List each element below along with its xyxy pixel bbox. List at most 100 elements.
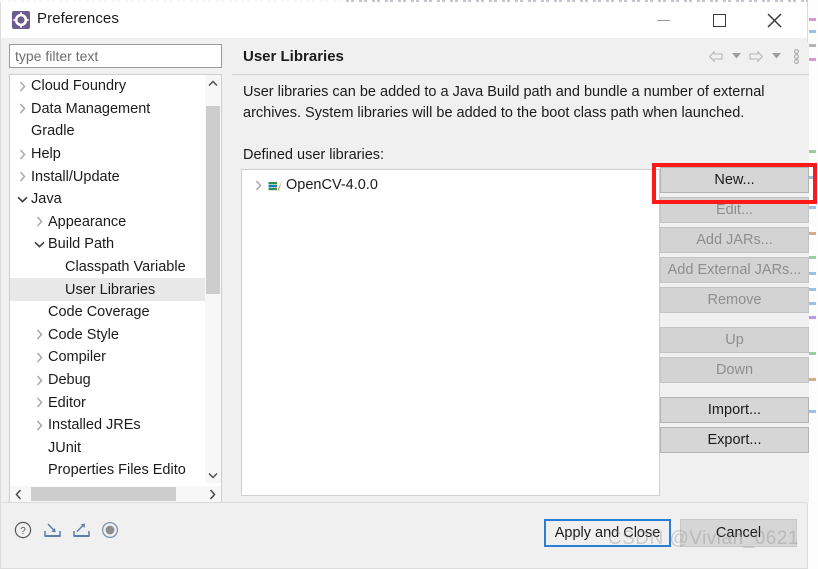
defined-libraries-label: Defined user libraries: — [243, 147, 385, 163]
tree-items-container: Cloud Foundry Data Management Gradle Help In… — [10, 75, 206, 483]
new-button[interactable]: New... — [660, 167, 809, 193]
library-book-icon — [266, 179, 284, 192]
sidebar-item-label: Cloud Foundry — [31, 78, 127, 95]
chevron-right-icon[interactable] — [32, 216, 47, 227]
sidebar-item-help[interactable]: Help — [10, 143, 206, 166]
remove-button: Remove — [660, 287, 809, 313]
sidebar-item-label: Data Management — [31, 100, 151, 117]
close-icon[interactable] — [751, 2, 797, 38]
sidebar-item-label: Classpath Variable — [65, 259, 186, 276]
preferences-tree[interactable]: Cloud Foundry Data Management Gradle Help In… — [9, 74, 222, 488]
dialog-footer: ? Apply and Close Cancel CSDN @Vivian_06… — [1, 502, 807, 568]
search-input[interactable] — [9, 44, 222, 68]
sidebar-item-label: Java — [31, 191, 62, 208]
sidebar-item-label: Properties Files Edito — [48, 462, 186, 479]
forward-dropdown-icon[interactable] — [767, 46, 785, 66]
sidebar-item-user-libraries[interactable]: User Libraries — [10, 278, 206, 301]
scroll-right-icon[interactable] — [204, 486, 221, 502]
page-description: User libraries can be added to a Java Bu… — [243, 84, 765, 121]
sidebar-item-label: Help — [31, 146, 61, 163]
chevron-right-icon[interactable] — [32, 420, 47, 431]
title-bar: Preferences — [1, 2, 807, 38]
add-external-jars-button: Add External JARs... — [660, 257, 809, 283]
list-item[interactable]: OpenCV-4.0.0 — [242, 174, 659, 196]
watermark-text: CSDN @Vivian_0621 — [607, 528, 799, 549]
chevron-right-icon[interactable] — [250, 180, 266, 191]
tree-hscroll-thumb[interactable] — [31, 487, 176, 501]
sidebar-item-junit[interactable]: JUnit — [10, 437, 206, 460]
sidebar-item-label: Gradle — [31, 123, 75, 140]
sidebar-item-installed-jres[interactable]: Installed JREs — [10, 414, 206, 437]
scroll-down-icon[interactable] — [205, 467, 221, 483]
sidebar-item-label: Code Style — [48, 326, 119, 343]
chevron-right-icon[interactable] — [15, 81, 30, 92]
sidebar-item-build-path[interactable]: Build Path — [10, 233, 206, 256]
page-title: User Libraries — [243, 48, 344, 65]
sidebar-item-java[interactable]: Java — [10, 188, 206, 211]
preferences-gear-icon — [12, 11, 30, 29]
export-preferences-icon[interactable] — [71, 520, 91, 540]
sidebar-item-editor[interactable]: Editor — [10, 391, 206, 414]
help-icon[interactable]: ? — [13, 520, 33, 540]
preferences-dialog-screen: Preferences Cloud Foundry Data Management… — [0, 0, 818, 569]
tree-vertical-scrollbar[interactable] — [205, 75, 221, 483]
library-name: OpenCV-4.0.0 — [286, 177, 378, 193]
maximize-icon[interactable] — [696, 2, 742, 38]
sidebar-item-data-management[interactable]: Data Management — [10, 98, 206, 121]
down-button: Down — [660, 357, 809, 383]
sidebar-item-code-style[interactable]: Code Style — [10, 324, 206, 347]
sidebar-item-label: Install/Update — [31, 168, 120, 185]
edit-button: Edit... — [660, 197, 809, 223]
sidebar-item-cloud-foundry[interactable]: Cloud Foundry — [10, 75, 206, 98]
up-button: Up — [660, 327, 809, 353]
chevron-right-icon[interactable] — [15, 103, 30, 114]
sidebar-item-label: Installed JREs — [48, 417, 141, 434]
chevron-down-icon[interactable] — [15, 196, 30, 203]
page-nav-toolbar — [707, 46, 805, 66]
sidebar-item-label: JUnit — [48, 439, 82, 456]
import-button[interactable]: Import... — [660, 397, 809, 423]
user-libraries-list[interactable]: OpenCV-4.0.0 — [241, 169, 660, 496]
sidebar-item-install-update[interactable]: Install/Update — [10, 165, 206, 188]
sidebar-item-label: Build Path — [48, 236, 115, 253]
sidebar-item-label: Code Coverage — [48, 304, 150, 321]
sidebar-item-appearance[interactable]: Appearance — [10, 211, 206, 234]
back-dropdown-icon[interactable] — [727, 46, 745, 66]
svg-text:?: ? — [20, 526, 26, 537]
add-jars-button: Add JARs... — [660, 227, 809, 253]
sidebar-item-properties-files-edito[interactable]: Properties Files Edito — [10, 459, 206, 482]
preferences-window: Preferences Cloud Foundry Data Management… — [0, 2, 817, 569]
back-arrow-icon[interactable] — [707, 46, 725, 66]
sidebar-item-compiler[interactable]: Compiler — [10, 346, 206, 369]
scroll-left-icon[interactable] — [10, 486, 27, 502]
chevron-right-icon[interactable] — [32, 375, 47, 386]
view-menu-icon[interactable] — [787, 46, 805, 66]
footer-icon-group: ? — [13, 520, 120, 540]
restore-defaults-icon[interactable] — [100, 520, 120, 540]
scroll-up-icon[interactable] — [205, 75, 221, 91]
chevron-right-icon[interactable] — [15, 149, 30, 160]
sidebar-item-label: Editor — [48, 394, 86, 411]
export-button[interactable]: Export... — [660, 427, 809, 453]
sidebar-item-classpath-variable[interactable]: Classpath Variable — [10, 256, 206, 279]
minimize-icon[interactable] — [640, 2, 686, 38]
forward-arrow-icon[interactable] — [747, 46, 765, 66]
sidebar-item-label: Debug — [48, 372, 91, 389]
background-ide-sliver — [808, 0, 818, 569]
import-preferences-icon[interactable] — [42, 520, 62, 540]
chevron-right-icon[interactable] — [15, 171, 30, 182]
sidebar-item-label: Appearance — [48, 213, 127, 230]
library-actions-panel: New... Edit... Add JARs... Add External JAR… — [660, 167, 809, 457]
chevron-down-icon[interactable] — [32, 241, 47, 248]
content-panel: User Libraries User libraries can be add… — [232, 42, 817, 503]
sidebar-item-label: User Libraries — [65, 281, 156, 298]
sidebar-item-debug[interactable]: Debug — [10, 369, 206, 392]
chevron-right-icon[interactable] — [32, 352, 47, 363]
tree-scroll-thumb[interactable] — [206, 106, 220, 295]
chevron-right-icon[interactable] — [32, 397, 47, 408]
window-title: Preferences — [37, 10, 119, 27]
content-header: User Libraries — [232, 42, 809, 75]
sidebar-item-code-coverage[interactable]: Code Coverage — [10, 301, 206, 324]
sidebar-item-gradle[interactable]: Gradle — [10, 120, 206, 143]
chevron-right-icon[interactable] — [32, 329, 47, 340]
